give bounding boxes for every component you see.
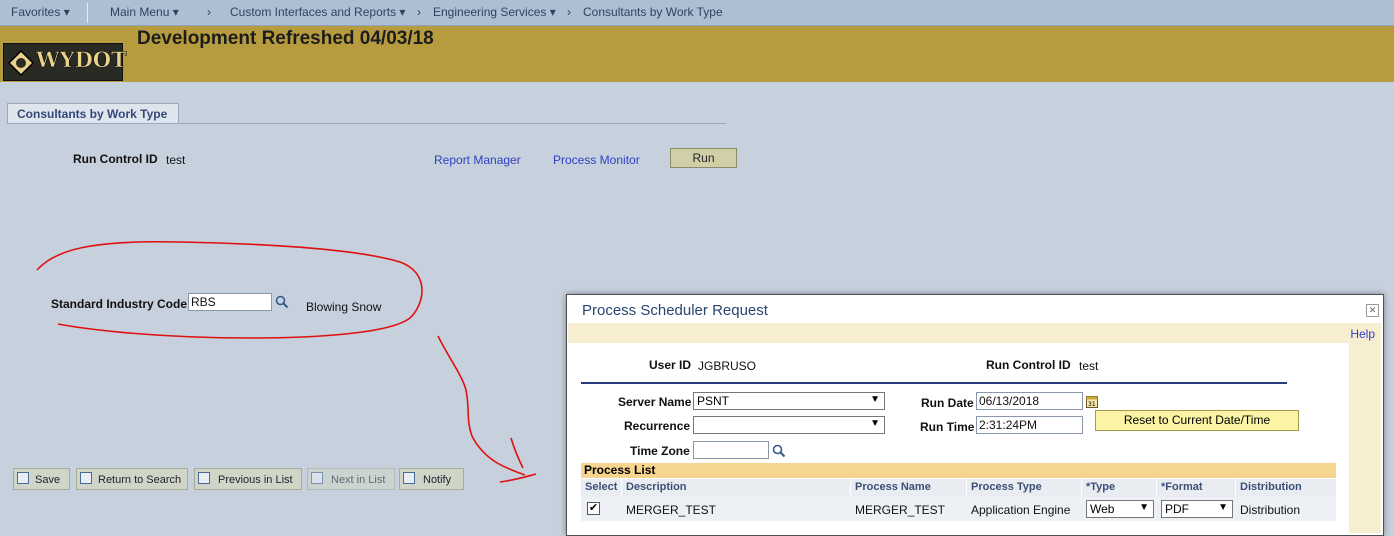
notify-button-label: Notify [423,474,452,486]
run-time-label: Run Time [920,420,975,434]
dropdown-arrow-icon: ▼ [870,394,880,405]
distribution-link[interactable]: Distribution [1240,503,1300,517]
user-id-value: JGBRUSO [698,359,757,373]
column-divider [1081,479,1082,497]
select-checkbox[interactable]: ✔ [587,502,600,515]
column-description: Description [626,481,687,493]
return-to-search-icon [80,472,92,484]
process-list-title: Process List [584,463,656,477]
server-name-select[interactable]: PSNT ▼ [693,392,885,410]
column-select: Select [585,481,618,493]
notify-button[interactable]: Notify [399,468,464,490]
row-description: MERGER_TEST [626,503,717,517]
dialog-run-control-id-value: test [1079,359,1099,373]
column-format: *Format [1161,481,1203,493]
dialog-run-control-id-label: Run Control ID [986,358,1071,372]
column-divider [1235,479,1236,497]
dropdown-arrow-icon: ▼ [1218,502,1228,513]
next-in-list-label: Next in List [331,474,386,486]
time-zone-label: Time Zone [630,444,690,458]
close-icon[interactable]: ✕ [1366,304,1379,317]
process-list-header: Process List [581,463,1336,478]
dialog-title: Process Scheduler Request [582,302,768,319]
recurrence-label: Recurrence [624,419,691,433]
dropdown-arrow-icon: ▼ [870,418,880,429]
save-icon [17,472,29,484]
help-link[interactable]: Help [1350,327,1375,341]
return-to-search-label: Return to Search [98,474,182,486]
server-name-value: PSNT [697,394,730,408]
next-in-list-button[interactable]: Next in List [307,468,395,490]
header-divider [581,382,1287,384]
format-select[interactable]: PDF ▼ [1161,500,1233,518]
column-divider [966,479,967,497]
type-value: Web [1090,502,1115,516]
save-button[interactable]: Save [13,468,70,490]
column-process-name: Process Name [855,481,931,493]
column-type: *Type [1086,481,1116,493]
svg-text:31: 31 [1088,401,1096,408]
column-divider [850,479,851,497]
time-zone-search-icon[interactable] [772,444,786,458]
process-list-column-headers: Select Description Process Name Process … [581,479,1336,497]
calendar-icon[interactable]: 31 [1086,395,1098,408]
dropdown-arrow-icon: ▼ [1139,502,1149,513]
row-process-name: MERGER_TEST [855,503,946,517]
column-distribution: Distribution [1240,481,1302,493]
previous-in-list-icon [198,472,210,484]
column-divider [1156,479,1157,497]
run-date-input[interactable] [976,392,1083,410]
user-id-label: User ID [649,358,692,372]
dialog-header-band [568,323,1381,343]
previous-in-list-label: Previous in List [218,474,293,486]
notify-icon [403,472,415,484]
reset-to-current-datetime-button[interactable]: Reset to Current Date/Time [1095,410,1299,431]
run-date-label: Run Date [921,396,974,410]
checkmark-icon: ✔ [588,502,599,514]
process-scheduler-request-dialog: Process Scheduler Request ✕ Help User ID… [566,294,1384,536]
next-in-list-icon [311,472,323,484]
table-row: ✔ MERGER_TEST MERGER_TEST Application En… [581,497,1336,521]
format-value: PDF [1165,502,1189,516]
server-name-label: Server Name [618,395,692,409]
return-to-search-button[interactable]: Return to Search [76,468,188,490]
type-select[interactable]: Web ▼ [1086,500,1154,518]
recurrence-select[interactable]: ▼ [693,416,885,434]
previous-in-list-button[interactable]: Previous in List [194,468,302,490]
dialog-side-band [1349,343,1381,533]
column-process-type: Process Type [971,481,1042,493]
save-button-label: Save [35,474,61,486]
time-zone-input[interactable] [693,441,769,459]
run-time-input[interactable] [976,416,1083,434]
column-divider [621,479,622,497]
row-process-type: Application Engine [971,503,1071,517]
